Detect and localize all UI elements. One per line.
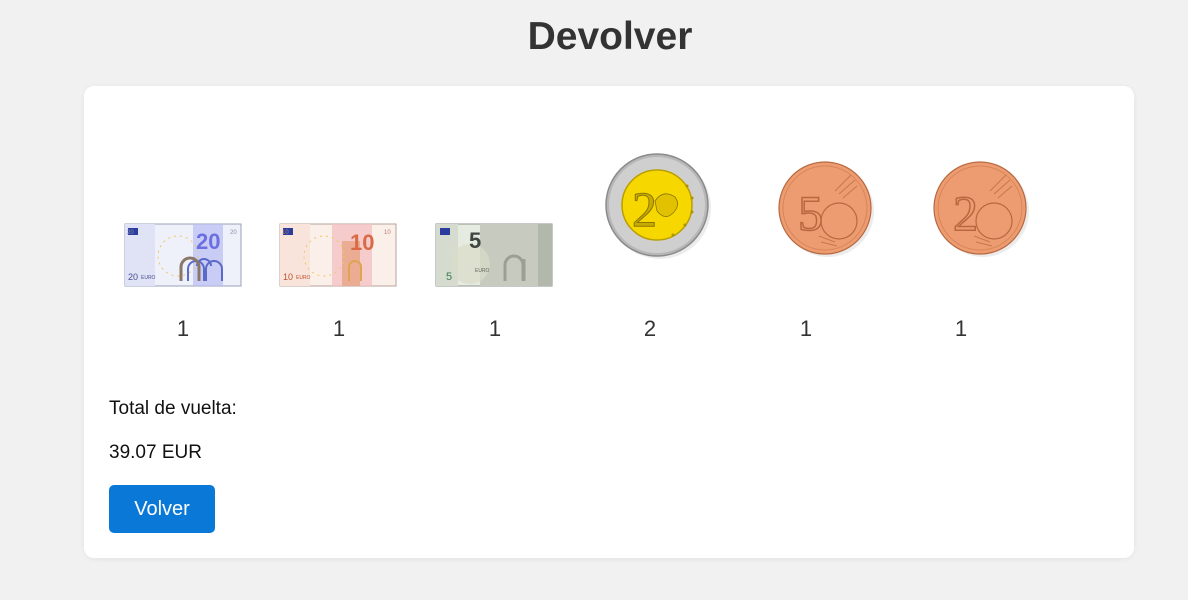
page-title: Devolver xyxy=(527,15,693,58)
svg-text:10: 10 xyxy=(283,272,293,282)
2-euro-coin-icon: 2 xyxy=(575,146,735,296)
count-5-euro: 1 xyxy=(488,316,502,341)
change-item-2-cent: 2 1 xyxy=(886,146,1046,346)
coin-denomination: 2 xyxy=(632,181,657,237)
coin-denomination: 5 xyxy=(798,185,823,241)
svg-text:10: 10 xyxy=(384,230,391,236)
5-euro-banknote-icon: 5 5 EURO xyxy=(420,146,580,296)
10-euro-banknote-icon: 10 10 10 EURO 10 xyxy=(264,146,424,296)
svg-text:10: 10 xyxy=(282,230,289,236)
svg-text:EURO: EURO xyxy=(475,268,490,274)
2-cent-coin-icon: 2 xyxy=(886,146,1046,296)
banknote-denomination: 5 xyxy=(469,228,481,253)
change-item-10-euro: 10 10 10 EURO 10 1 xyxy=(264,146,424,346)
total-label: Total de vuelta: xyxy=(109,398,237,419)
5-cent-coin-icon: 5 xyxy=(731,146,891,296)
change-card: 20 20 20 EURO 20 1 10 10 10 EURO 10 1 5 … xyxy=(84,86,1134,558)
banknote-denomination: 10 xyxy=(350,230,374,255)
change-item-5-euro: 5 5 EURO 1 xyxy=(420,146,580,346)
svg-text:5: 5 xyxy=(446,271,452,283)
svg-text:20: 20 xyxy=(127,230,134,236)
change-item-2-euro: 2 2 xyxy=(575,146,735,346)
banknote-denomination: 20 xyxy=(196,229,220,254)
back-button[interactable]: Volver xyxy=(109,485,215,533)
svg-text:20: 20 xyxy=(230,230,237,236)
coin-denomination: 2 xyxy=(953,185,978,241)
svg-text:20: 20 xyxy=(128,272,138,282)
change-items: 20 20 20 EURO 20 1 10 10 10 EURO 10 1 5 … xyxy=(108,146,1108,346)
20-euro-banknote-icon: 20 20 20 EURO 20 xyxy=(108,146,268,296)
svg-text:EURO: EURO xyxy=(296,275,311,281)
count-2-cent: 1 xyxy=(954,316,968,341)
count-10-euro: 1 xyxy=(332,316,346,341)
count-5-cent: 1 xyxy=(799,316,813,341)
svg-text:EURO: EURO xyxy=(141,275,156,281)
change-item-5-cent: 5 1 xyxy=(731,146,891,346)
change-item-20-euro: 20 20 20 EURO 20 1 xyxy=(108,146,268,346)
count-20-euro: 1 xyxy=(176,316,190,341)
total-value: 39.07 EUR xyxy=(109,442,202,463)
count-2-euro: 2 xyxy=(643,316,657,341)
